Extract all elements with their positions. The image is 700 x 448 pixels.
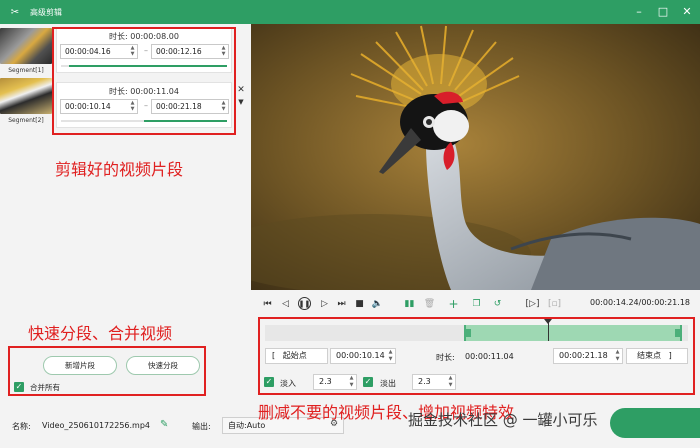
trim-end-field[interactable]: 00:00:21.18 ▲ ▼ bbox=[553, 348, 623, 364]
timeline-end-handle[interactable] bbox=[674, 329, 680, 337]
window-controls: – □ ✕ bbox=[632, 4, 694, 18]
segment-label: Segment[1] bbox=[8, 67, 44, 74]
file-name-value: Video_250610172256.mp4 bbox=[42, 421, 150, 430]
undo-icon[interactable]: ↺ bbox=[491, 297, 504, 310]
maximize-icon[interactable]: □ bbox=[656, 4, 670, 18]
segment-label: Segment[2] bbox=[8, 117, 44, 124]
split-icon[interactable]: ▮▮ bbox=[403, 297, 416, 310]
minimize-icon[interactable]: – bbox=[632, 4, 646, 18]
spinner-icon[interactable]: ▲ ▼ bbox=[387, 349, 394, 363]
annotation-box-segments bbox=[52, 27, 236, 135]
video-frame bbox=[251, 24, 700, 290]
player-controls: ⏮ ◁ ❚❚ ▷ ⏭ ■ 🔈 ▮▮ 🗑 + ❐ ↺ [▷] [▫] 00:00:… bbox=[251, 293, 700, 315]
quick-split-button[interactable]: 快速分段 bbox=[126, 356, 200, 375]
collapse-icon[interactable]: ▼ bbox=[236, 97, 246, 107]
close-icon[interactable]: ✕ bbox=[236, 85, 246, 95]
output-label: 输出: bbox=[192, 422, 211, 431]
title-bar: ✂ 高级剪辑 – □ ✕ bbox=[0, 0, 700, 24]
stop-icon[interactable]: ■ bbox=[353, 297, 366, 310]
fade-out-checkbox[interactable]: ✓ bbox=[363, 377, 373, 387]
segment-thumbnail[interactable] bbox=[0, 28, 52, 64]
timeline-start-handle[interactable] bbox=[465, 329, 471, 337]
segment-thumbnails: Segment[1] Segment[2] bbox=[0, 28, 52, 128]
spinner-icon[interactable]: ▲ ▼ bbox=[447, 375, 454, 389]
fade-in-field[interactable]: 2.3 ▲ ▼ bbox=[313, 374, 357, 390]
annotation-split-merge: 快速分段、合并视频 bbox=[28, 324, 173, 343]
set-start-point-button[interactable]: [ 起始点 bbox=[265, 348, 328, 364]
new-segment-button[interactable]: 新增片段 bbox=[43, 356, 117, 375]
mark-out-icon[interactable]: [▫] bbox=[548, 297, 561, 310]
app-logo-icon: ✂ bbox=[10, 6, 20, 18]
step-back-icon[interactable]: ◁ bbox=[279, 297, 292, 310]
merge-all-checkbox[interactable]: ✓ bbox=[14, 382, 24, 392]
spinner-icon[interactable]: ▲ ▼ bbox=[614, 349, 621, 363]
fade-out-field[interactable]: 2.3 ▲ ▼ bbox=[412, 374, 456, 390]
fade-out-label: 淡出 bbox=[380, 379, 396, 388]
timeline-selection[interactable] bbox=[463, 325, 682, 341]
add-icon[interactable]: + bbox=[447, 297, 460, 311]
volume-icon[interactable]: 🔈 bbox=[371, 297, 384, 310]
skip-to-end-icon[interactable]: ⏭ bbox=[335, 297, 348, 310]
skip-to-start-icon[interactable]: ⏮ bbox=[261, 297, 274, 310]
set-end-point-button[interactable]: 结束点 ] bbox=[626, 348, 688, 364]
mark-in-icon[interactable]: [▷] bbox=[526, 297, 540, 310]
edit-icon[interactable]: ✎ bbox=[160, 419, 168, 430]
pause-icon[interactable]: ❚❚ bbox=[298, 297, 311, 310]
step-forward-icon[interactable]: ▷ bbox=[318, 297, 331, 310]
video-preview[interactable] bbox=[251, 24, 700, 290]
spinner-icon[interactable]: ▲ ▼ bbox=[348, 375, 355, 389]
fade-in-label: 淡入 bbox=[280, 379, 296, 388]
trim-duration-value: 00:00:11.04 bbox=[465, 352, 514, 361]
close-icon[interactable]: ✕ bbox=[680, 4, 694, 18]
timeline-track[interactable] bbox=[265, 325, 688, 341]
delete-icon[interactable]: 🗑 bbox=[423, 297, 436, 310]
watermark: 掘金技术社区 @ 一罐小可乐 bbox=[408, 411, 598, 429]
trim-duration-label: 时长: bbox=[436, 353, 455, 362]
copy-icon[interactable]: ❐ bbox=[470, 297, 483, 310]
playhead-line[interactable] bbox=[548, 319, 550, 341]
name-label: 名称: bbox=[12, 422, 31, 431]
segment-panel: Segment[1] Segment[2] 时长: 00:00:08.00 00… bbox=[0, 24, 250, 412]
merge-all-label: 合并所有 bbox=[30, 383, 60, 392]
time-display: 00:00:14.24/00:00:21.18 bbox=[589, 298, 690, 307]
fade-in-checkbox[interactable]: ✓ bbox=[264, 377, 274, 387]
segment-thumbnail[interactable] bbox=[0, 78, 52, 114]
annotation-segments: 剪辑好的视频片段 bbox=[55, 160, 184, 179]
window-title: 高级剪辑 bbox=[30, 7, 62, 17]
export-button[interactable] bbox=[610, 408, 700, 438]
trim-start-field[interactable]: 00:00:10.14 ▲ ▼ bbox=[330, 348, 396, 364]
